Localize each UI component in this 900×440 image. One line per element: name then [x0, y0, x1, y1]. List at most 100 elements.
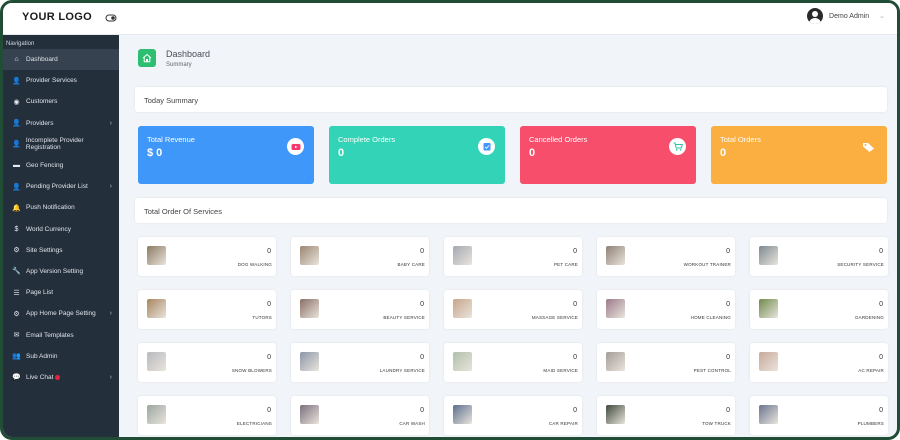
- sidebar-item-pending-provider-list[interactable]: 👤 Pending Provider List ›: [3, 176, 119, 197]
- service-thumbnail: [147, 405, 166, 424]
- sidebar-item-site-settings[interactable]: ⚙ Site Settings: [3, 240, 119, 261]
- page-title: Dashboard: [166, 49, 211, 59]
- service-card[interactable]: 0 TUTORS: [138, 290, 276, 329]
- service-card[interactable]: 0 PET CARE: [444, 237, 582, 276]
- user-plus-icon: 👤: [12, 77, 21, 85]
- service-name: WORKOUT TRAINER: [683, 262, 731, 267]
- service-card[interactable]: 0 HOME CLEANING: [597, 290, 735, 329]
- service-card[interactable]: 0 MAID SERVICE: [444, 343, 582, 382]
- service-card[interactable]: 0 DOG WALKING: [138, 237, 276, 276]
- top-bar: YOUR LOGO Demo Admin ⌄: [3, 3, 897, 35]
- sidebar-item-provider-services[interactable]: 👤 Provider Services: [3, 70, 119, 91]
- service-card[interactable]: 0 MASSAGE SERVICE: [444, 290, 582, 329]
- service-card[interactable]: 0 PLUMBERS: [750, 396, 888, 435]
- service-card[interactable]: 0 BEAUTY SERVICE: [291, 290, 429, 329]
- sidebar-item-label: Page List: [26, 289, 54, 297]
- service-name: BEAUTY SERVICE: [383, 315, 425, 320]
- service-name: DOG WALKING: [237, 262, 272, 267]
- sidebar-item-incomplete-provider-registration[interactable]: 👤 Incomplete Provider Registration: [3, 134, 119, 155]
- service-name: TOW TRUCK: [702, 421, 731, 426]
- service-name: PET CARE: [553, 262, 578, 267]
- services-section-card: Total Order Of Services: [135, 198, 887, 223]
- service-name: GARDENING: [854, 315, 884, 320]
- service-card[interactable]: 0 SNOW BLOWERS: [138, 343, 276, 382]
- service-name: TUTORS: [252, 315, 272, 320]
- stat-total-revenue[interactable]: Total Revenue $ 0: [138, 126, 314, 184]
- stat-cancelled-orders[interactable]: Cancelled Orders 0: [520, 126, 696, 184]
- stat-label: Cancelled Orders: [529, 135, 588, 144]
- stat-label: Total Revenue: [147, 135, 195, 144]
- service-count: 0: [573, 301, 577, 308]
- sidebar-item-app-version-setting[interactable]: 🔧 App Version Setting: [3, 261, 119, 282]
- stat-complete-orders[interactable]: Complete Orders 0: [329, 126, 505, 184]
- wrench-icon: 🔧: [12, 268, 21, 276]
- service-card[interactable]: 0 WORKOUT TRAINER: [597, 237, 735, 276]
- sidebar-item-app-home-page-setting[interactable]: ⚙ App Home Page Setting ›: [3, 303, 119, 324]
- sidebar-item-label: Geo Fencing: [26, 162, 64, 170]
- service-thumbnail: [759, 246, 778, 265]
- toggle-icon[interactable]: [105, 12, 117, 24]
- logo[interactable]: YOUR LOGO: [22, 11, 92, 23]
- service-count: 0: [879, 354, 883, 361]
- stat-value: 0: [720, 147, 727, 159]
- service-name: BABY CARE: [397, 262, 425, 267]
- service-name: HOME CLEANING: [690, 315, 731, 320]
- sidebar-item-sub-admin[interactable]: 👥 Sub Admin: [3, 346, 119, 367]
- user-plus-icon: 👤: [12, 141, 21, 149]
- service-count: 0: [420, 248, 424, 255]
- service-card[interactable]: 0 PEST CONTROL: [597, 343, 735, 382]
- sidebar-item-world-currency[interactable]: $ World Currency: [3, 219, 119, 240]
- service-thumbnail: [453, 405, 472, 424]
- service-name: MASSAGE SERVICE: [531, 315, 578, 320]
- service-thumbnail: [300, 299, 319, 318]
- service-thumbnail: [147, 352, 166, 371]
- sidebar-item-label: World Currency: [26, 225, 72, 233]
- user-name: Demo Admin: [829, 12, 870, 20]
- service-count: 0: [573, 248, 577, 255]
- service-thumbnail: [300, 246, 319, 265]
- service-thumbnail: [453, 246, 472, 265]
- users-icon: 👥: [12, 353, 21, 361]
- service-card[interactable]: 0 SECURITY SERVICE: [750, 237, 888, 276]
- chevron-right-icon: ›: [109, 183, 112, 191]
- sidebar-item-geo-fencing[interactable]: ▬ Geo Fencing: [3, 155, 119, 176]
- service-card[interactable]: 0 CAR WASH: [291, 396, 429, 435]
- chevron-right-icon: ›: [109, 119, 112, 127]
- service-count: 0: [726, 354, 730, 361]
- stat-label: Complete Orders: [338, 135, 396, 144]
- sidebar-item-push-notification[interactable]: 🔔 Push Notification: [3, 197, 119, 218]
- service-card[interactable]: 0 ELECTRICIANS: [138, 396, 276, 435]
- sidebar-item-email-templates[interactable]: ✉ Email Templates: [3, 324, 119, 345]
- sidebar-item-live-chat[interactable]: 💬 Live Chat ›: [3, 367, 119, 388]
- sidebar-item-label: App Home Page Setting: [26, 310, 96, 318]
- service-card[interactable]: 0 BABY CARE: [291, 237, 429, 276]
- chevron-down-icon: ⌄: [879, 13, 885, 20]
- sidebar-item-dashboard[interactable]: ⌂ Dashboard: [3, 49, 119, 71]
- sidebar-item-customers[interactable]: ◉ Customers: [3, 91, 119, 112]
- service-name: CAR REPAIR: [548, 421, 578, 426]
- service-card[interactable]: 0 LAUNDRY SERVICE: [291, 343, 429, 382]
- service-thumbnail: [606, 246, 625, 265]
- main-content: Dashboard Summary Today Summary Total Re…: [119, 35, 897, 437]
- sidebar-item-page-list[interactable]: ☰ Page List: [3, 282, 119, 303]
- service-card[interactable]: 0 TOW TRUCK: [597, 396, 735, 435]
- nav-title: Navigation: [6, 41, 35, 47]
- app-frame: YOUR LOGO Demo Admin ⌄ Navigation ⌂ Dash…: [0, 0, 900, 440]
- chevron-right-icon: ›: [109, 310, 112, 318]
- service-card[interactable]: 0 GARDENING: [750, 290, 888, 329]
- service-card[interactable]: 0 CAR REPAIR: [444, 396, 582, 435]
- stat-value: 0: [529, 147, 536, 159]
- stat-total-orders[interactable]: Total Orders 0: [711, 126, 887, 184]
- video-icon: [287, 138, 304, 155]
- sidebar-item-providers[interactable]: 👤 Providers ›: [3, 113, 119, 134]
- service-card[interactable]: 0 AC REPAIR: [750, 343, 888, 382]
- tags-icon: [860, 138, 877, 155]
- page-header: Dashboard Summary: [138, 49, 210, 68]
- map-icon: ▬: [13, 162, 20, 170]
- service-thumbnail: [300, 405, 319, 424]
- service-count: 0: [879, 248, 883, 255]
- dollar-icon: $: [14, 225, 19, 233]
- service-name: MAID SERVICE: [543, 368, 578, 373]
- service-thumbnail: [606, 299, 625, 318]
- user-menu[interactable]: Demo Admin ⌄: [807, 8, 885, 24]
